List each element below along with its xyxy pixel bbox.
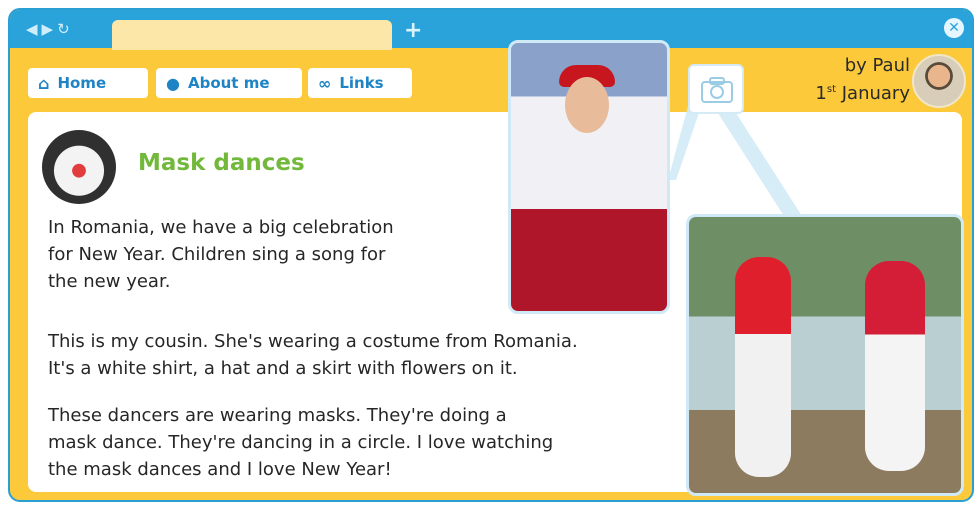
dancer-left (735, 257, 791, 477)
photo-face (565, 77, 609, 133)
camera-button[interactable] (688, 64, 744, 114)
dancer-right (865, 261, 925, 471)
cousin-costume-photo (508, 40, 670, 314)
camera-icon (701, 77, 733, 103)
mask-dancers-photo (686, 214, 964, 496)
browser-window: ◀▶↻ + ✕ ⌂ Home ● About me ∞ Links by Pau… (8, 8, 974, 502)
